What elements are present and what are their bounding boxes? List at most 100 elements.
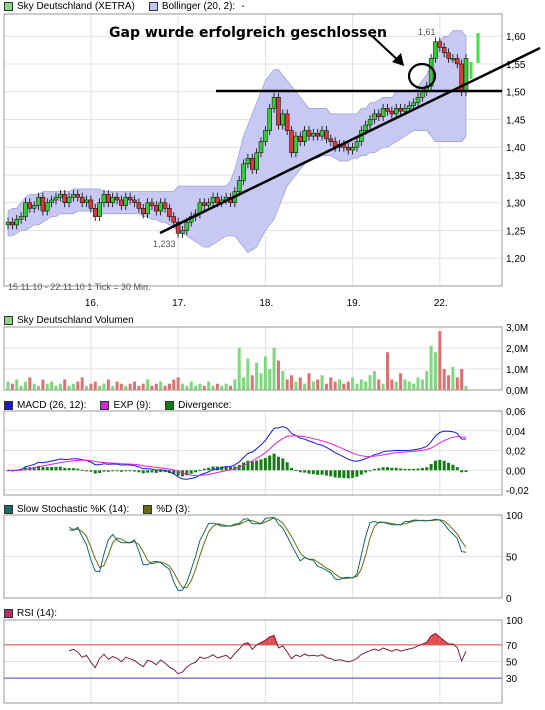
divergence-bar	[385, 467, 389, 471]
divergence-bar	[351, 470, 355, 478]
divergence-bar	[141, 470, 145, 474]
divergence-bar	[207, 467, 211, 471]
volume-bar	[316, 379, 320, 390]
stoch-d-line	[68, 517, 467, 589]
volume-bar	[263, 356, 267, 390]
candle-body	[328, 138, 334, 142]
divergence-bar	[294, 469, 298, 471]
volume-bar	[132, 381, 136, 390]
candle-body	[276, 97, 281, 126]
candle-body	[180, 230, 185, 234]
divergence-bar	[338, 470, 342, 478]
stoch-grid	[4, 514, 502, 599]
divergence-bar	[194, 470, 198, 473]
volume-y-ticks: 0,0M 1,0M 2,0M 3,0M	[506, 323, 528, 397]
volume-bar	[137, 385, 141, 390]
candle-body	[71, 194, 76, 198]
volume-bar	[172, 379, 176, 390]
divergence-bar	[455, 467, 459, 471]
volume-bar	[67, 385, 71, 390]
volume-bar	[167, 383, 171, 390]
volume-bar	[45, 383, 49, 390]
volume-bar	[163, 385, 167, 390]
divergence-bar	[416, 468, 420, 471]
volume-bar	[351, 377, 355, 390]
candle-body	[79, 196, 85, 203]
rsi-y-tick: 50	[506, 658, 518, 669]
rsi-y-tick: 100	[506, 616, 523, 627]
candle-body	[154, 205, 159, 212]
divergence-bar	[255, 460, 259, 471]
stoch-y-ticks: 0 50 100	[506, 511, 523, 605]
divergence-bar	[98, 470, 102, 473]
divergence-bar	[50, 467, 54, 471]
volume-bar	[355, 383, 359, 390]
volume-bar	[364, 381, 368, 390]
volume-bar	[451, 366, 455, 390]
candle-body	[302, 130, 307, 142]
candle-body	[149, 202, 155, 206]
volume-bar	[268, 369, 272, 390]
volume-bar	[416, 377, 420, 390]
divergence-bar	[407, 468, 411, 471]
candle-body	[171, 216, 177, 223]
volume-bar	[464, 385, 468, 390]
divergence-bars	[6, 453, 468, 479]
volume-bar	[180, 383, 184, 390]
volume-bar	[41, 379, 45, 390]
volume-bar	[185, 385, 189, 390]
volume-bar	[420, 379, 424, 390]
volume-bar	[377, 379, 381, 390]
candle-body	[123, 196, 129, 206]
candle-body	[236, 180, 242, 192]
divergence-bar	[307, 470, 311, 474]
candle-body	[14, 219, 19, 226]
volume-bar	[63, 379, 67, 390]
volume-bar	[146, 379, 150, 390]
volume-bar	[425, 371, 429, 390]
candle-body	[132, 199, 137, 203]
divergence-bar	[442, 460, 446, 471]
candle-body	[398, 108, 403, 112]
volume-bar	[390, 379, 394, 390]
x-tick: 22.	[434, 298, 448, 309]
price-y-tick: 1,30	[506, 199, 526, 210]
candle-body	[350, 146, 355, 151]
candle-body	[311, 133, 316, 137]
volume-bar	[215, 383, 219, 390]
candle-body	[250, 158, 255, 170]
divergence-bar	[346, 470, 350, 479]
volume-bar	[294, 381, 298, 390]
volume-bar	[37, 385, 41, 390]
volume-bar	[233, 379, 237, 390]
divergence-bar	[372, 468, 376, 471]
volume-bar	[333, 381, 337, 390]
divergence-bar	[333, 470, 337, 478]
candle-body	[254, 152, 259, 170]
volume-bar	[438, 331, 442, 390]
volume-bar	[259, 373, 263, 390]
x-tick: 19.	[347, 298, 361, 309]
candle-body	[363, 124, 368, 131]
candle-body	[36, 196, 41, 206]
low-label: 1,233	[153, 239, 176, 249]
divergence-bar	[364, 470, 368, 473]
x-tick: 16.	[85, 298, 99, 309]
candle-body	[463, 58, 469, 92]
volume-bar	[359, 379, 363, 390]
divergence-bar	[368, 470, 372, 472]
candle-body	[289, 130, 294, 154]
volume-bar	[54, 385, 58, 390]
divergence-bar	[198, 469, 202, 471]
macd-y-tick: 0,06	[506, 407, 526, 418]
volume-bars	[6, 331, 468, 390]
candle-body	[241, 163, 246, 181]
macd-y-ticks: -0,02 0,00 0,02 0,04 0,06	[506, 407, 529, 497]
divergence-bar	[54, 466, 58, 471]
volume-bar	[207, 381, 211, 390]
candle-body	[127, 196, 133, 201]
macd-panel-frame	[3, 410, 503, 496]
divergence-bar	[390, 467, 394, 471]
divergence-bar	[128, 470, 132, 472]
divergence-bar	[460, 470, 464, 473]
